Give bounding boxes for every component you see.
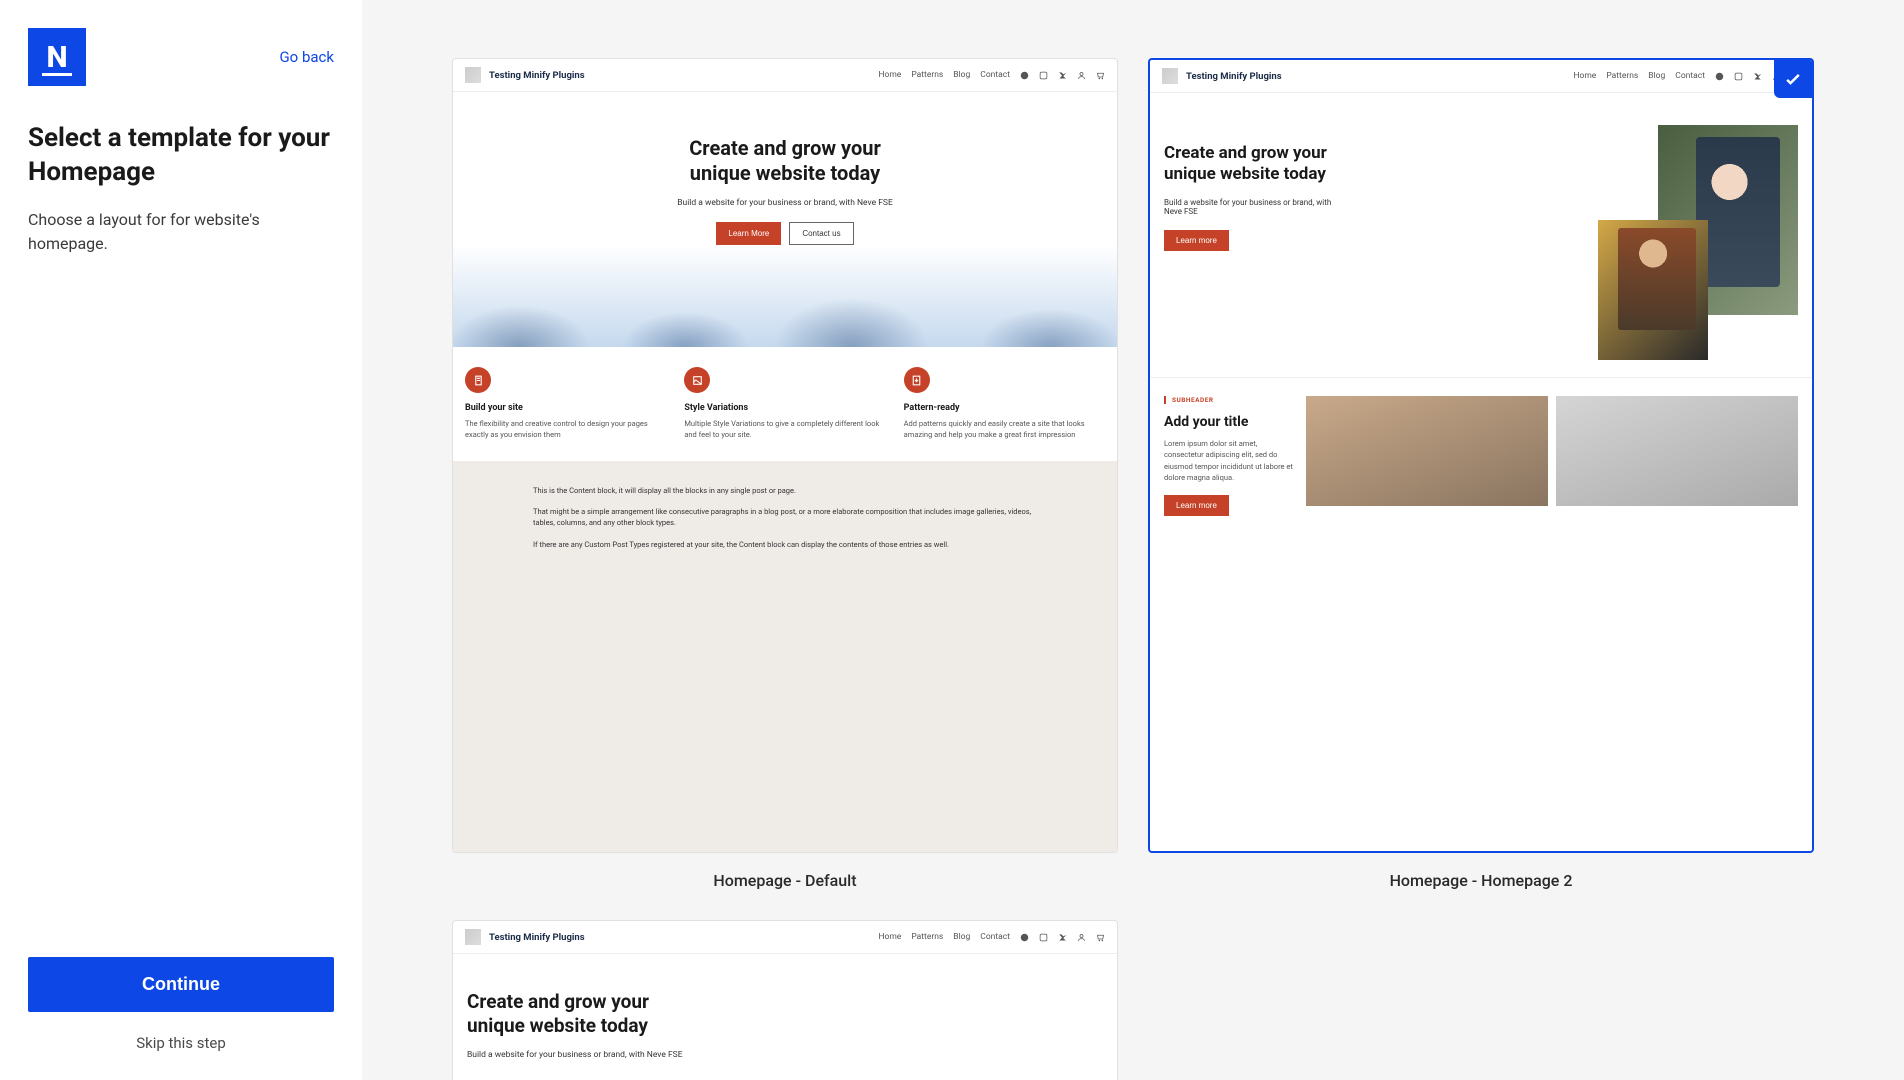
preview-content-block: This is the Content block, it will displ… — [453, 461, 1117, 852]
preview-nav-item: Home — [878, 932, 901, 942]
preview-site-logo — [1162, 68, 1178, 84]
instagram-icon — [1039, 71, 1048, 80]
image-icon — [684, 367, 710, 393]
template-card-3[interactable]: Testing Minify Plugins Home Patterns Blo… — [452, 920, 1118, 1080]
preview-feature: Pattern-ready Add patterns quickly and e… — [904, 367, 1105, 441]
preview-hero-title: Create and grow yourunique website today — [467, 990, 1103, 1038]
template-gallery: Testing Minify Plugins Home Patterns Blo… — [362, 0, 1904, 1080]
preview-hero: Create and grow yourunique website today… — [453, 954, 1117, 1070]
preview-hero-images — [1598, 125, 1798, 345]
preview-paragraph: This is the Content block, it will displ… — [533, 485, 1037, 496]
preview-hero-subtitle: Build a website for your business or bra… — [467, 1050, 1103, 1060]
go-back-link[interactable]: Go back — [279, 48, 334, 66]
preview-hero: Create and grow yourunique website today… — [453, 92, 1117, 347]
preview-site-logo — [465, 929, 481, 945]
preview-nav-item: Patterns — [1606, 71, 1638, 81]
preview-learn-more-button: Learn more — [1164, 230, 1229, 251]
preview-contact-button: Contact us — [789, 222, 853, 245]
preview-feature: Build your site The flexibility and crea… — [465, 367, 666, 441]
preview-nav-item: Blog — [953, 932, 970, 942]
preview-feature-title: Pattern-ready — [904, 403, 1105, 413]
preview-feature: Style Variations Multiple Style Variatio… — [684, 367, 885, 441]
instagram-icon — [1734, 72, 1743, 81]
preview-photo — [1306, 396, 1548, 506]
page-description: Choose a layout for for website's homepa… — [28, 208, 334, 256]
preview-hero-title: Create and grow yourunique website today — [1164, 143, 1588, 186]
preview-section-title: Add your title — [1164, 414, 1294, 430]
preview-nav-item: Patterns — [911, 932, 943, 942]
preview-nav-item: Blog — [953, 70, 970, 80]
preview-section-text: SUBHEADER Add your title Lorem ipsum dol… — [1164, 396, 1294, 516]
template-card-homepage-2[interactable]: Testing Minify Plugins Home Patterns Blo… — [1148, 58, 1814, 853]
preview-nav-item: Patterns — [911, 70, 943, 80]
instagram-icon — [1039, 933, 1048, 942]
preview-nav-item: Home — [878, 70, 901, 80]
continue-button[interactable]: Continue — [28, 957, 334, 1012]
preview-paragraph: That might be a simple arrangement like … — [533, 506, 1037, 529]
selected-check-icon — [1774, 60, 1812, 98]
clipboard-icon — [465, 367, 491, 393]
template-label: Homepage - Homepage 2 — [1390, 871, 1573, 890]
preview-feature-title: Build your site — [465, 403, 666, 413]
preview-subheader: SUBHEADER — [1164, 396, 1294, 404]
template-label: Homepage - Default — [713, 871, 856, 890]
preview-nav-item: Contact — [980, 70, 1010, 80]
preview-learn-more-button: Learn More — [716, 222, 781, 245]
preview-feature-desc: Multiple Style Variations to give a comp… — [684, 419, 885, 441]
page-title: Select a template for your Homepage — [28, 122, 334, 190]
preview-photo — [1556, 396, 1798, 506]
facebook-icon — [1020, 71, 1029, 80]
preview-paragraph: If there are any Custom Post Types regis… — [533, 539, 1037, 550]
preview-hero-subtitle: Build a website for your business or bra… — [473, 198, 1097, 208]
twitter-icon — [1753, 72, 1762, 81]
preview-hero: Create and grow yourunique website today… — [1164, 125, 1588, 251]
preview-site-logo — [465, 67, 481, 83]
template-card-default[interactable]: Testing Minify Plugins Home Patterns Blo… — [452, 58, 1118, 853]
preview-learn-more-button: Learn more — [1164, 495, 1229, 516]
twitter-icon — [1058, 71, 1067, 80]
preview-photo — [1598, 220, 1708, 360]
preview-site-title: Testing Minify Plugins — [489, 932, 585, 943]
preview-section-body: Lorem ipsum dolor sit amet, consectetur … — [1164, 438, 1294, 483]
preview-nav-item: Contact — [980, 932, 1010, 942]
preview-feature-desc: The flexibility and creative control to … — [465, 419, 666, 441]
preview-feature-desc: Add patterns quickly and easily create a… — [904, 419, 1105, 441]
twitter-icon — [1058, 933, 1067, 942]
download-icon — [904, 367, 930, 393]
facebook-icon — [1020, 933, 1029, 942]
skip-step-link[interactable]: Skip this step — [28, 1034, 334, 1052]
user-icon — [1077, 933, 1086, 942]
sidebar: N Go back Select a template for your Hom… — [0, 0, 362, 1080]
facebook-icon — [1715, 72, 1724, 81]
preview-nav-item: Home — [1573, 71, 1596, 81]
preview-site-title: Testing Minify Plugins — [489, 70, 585, 81]
preview-hero-title: Create and grow yourunique website today — [473, 136, 1097, 186]
cart-icon — [1096, 933, 1105, 942]
preview-hero-subtitle: Build a website for your business or bra… — [1164, 198, 1334, 216]
brand-logo: N — [28, 28, 86, 86]
user-icon — [1077, 71, 1086, 80]
preview-feature-title: Style Variations — [684, 403, 885, 413]
preview-nav-item: Blog — [1648, 71, 1665, 81]
preview-header: Testing Minify Plugins Home Patterns Blo… — [453, 921, 1117, 954]
preview-nav-item: Contact — [1675, 71, 1705, 81]
preview-site-title: Testing Minify Plugins — [1186, 71, 1282, 82]
cart-icon — [1096, 71, 1105, 80]
preview-header: Testing Minify Plugins Home Patterns Blo… — [1150, 60, 1812, 93]
preview-header: Testing Minify Plugins Home Patterns Blo… — [453, 59, 1117, 92]
